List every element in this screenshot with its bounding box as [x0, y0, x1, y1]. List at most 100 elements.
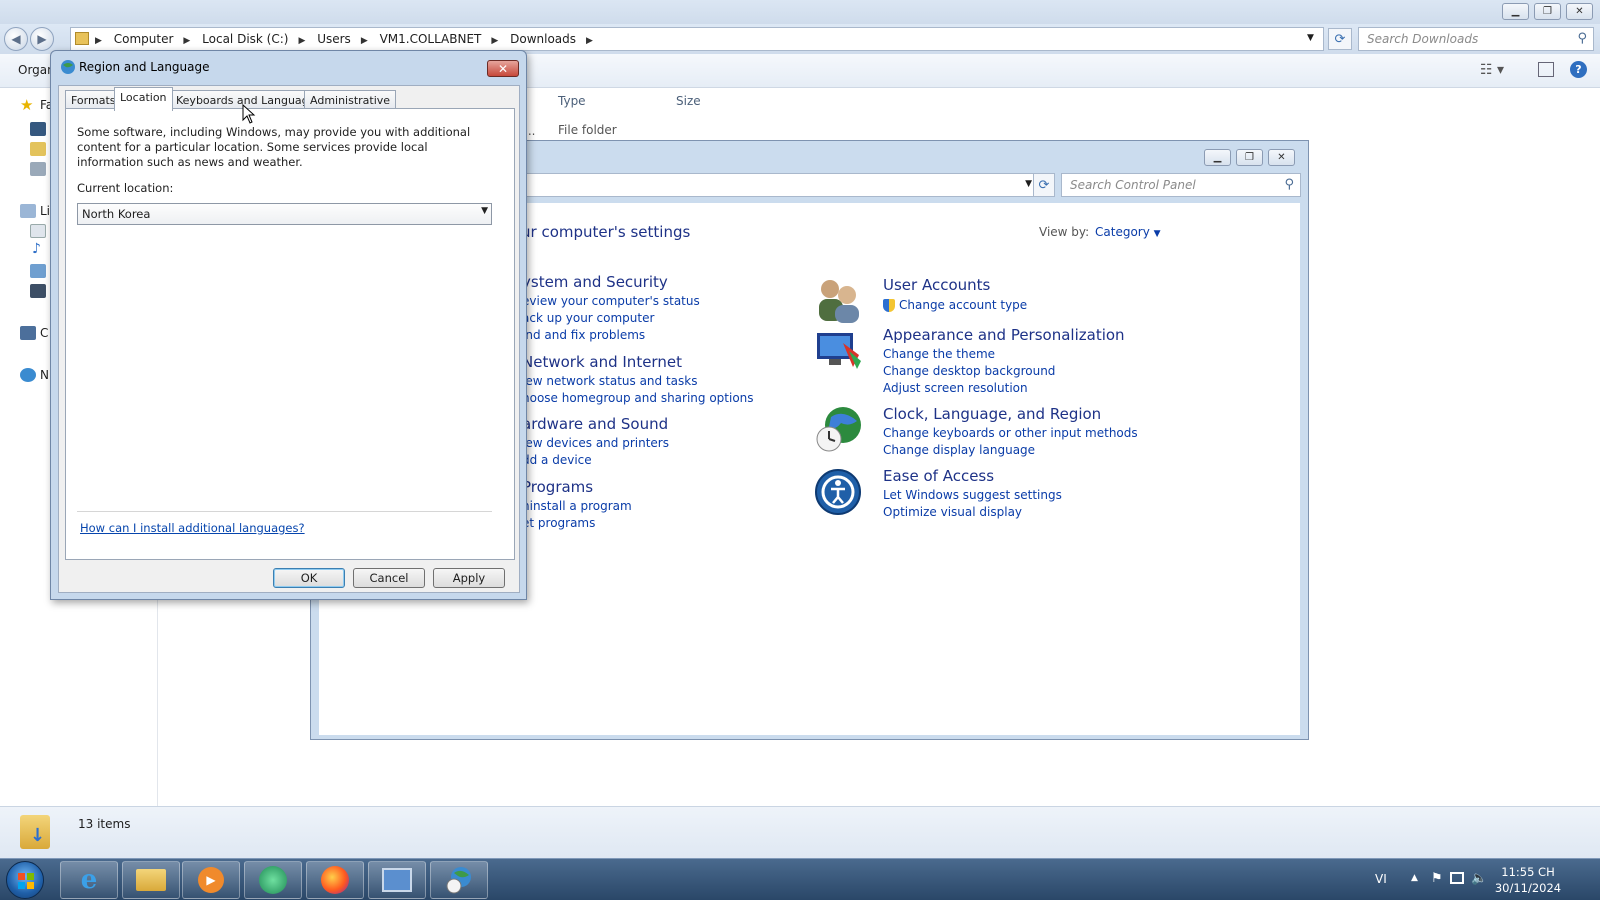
cp-link[interactable]: et programs: [522, 516, 595, 530]
current-location-select[interactable]: North Korea ▼: [77, 203, 492, 225]
globe-icon: [60, 59, 76, 75]
cp-link[interactable]: ind and fix problems: [522, 328, 645, 342]
address-bar[interactable]: ▶ Computer ▶ Local Disk (C:) ▶ Users ▶ VM1.…: [70, 27, 1324, 51]
desktop-icon[interactable]: [30, 122, 46, 136]
ok-button[interactable]: OK: [273, 568, 345, 588]
cp-link[interactable]: Change keyboards or other input methods: [883, 426, 1138, 440]
cp-close-button[interactable]: ✕: [1268, 149, 1295, 166]
breadcrumb-item[interactable]: VM1.COLLABNET: [380, 32, 482, 46]
videos-icon[interactable]: [30, 284, 46, 298]
search-input[interactable]: Search Downloads ⚲: [1358, 27, 1594, 51]
file-row-type[interactable]: File folder: [558, 123, 617, 137]
cp-link[interactable]: dd a device: [522, 453, 592, 467]
category-system-security[interactable]: ystem and Security: [522, 273, 668, 291]
nav-item-computer[interactable]: C: [40, 326, 48, 340]
view-options-icon[interactable]: ☷ ▾: [1480, 62, 1504, 78]
cp-link[interactable]: Adjust screen resolution: [883, 381, 1028, 395]
nav-item-network[interactable]: N: [40, 368, 49, 382]
computer-icon: [20, 326, 36, 340]
back-button[interactable]: ◀: [4, 27, 28, 51]
preview-pane-icon[interactable]: [1538, 62, 1554, 77]
divider: [77, 511, 492, 512]
breadcrumb-item[interactable]: Downloads: [510, 32, 576, 46]
current-location-label: Current location:: [77, 181, 174, 195]
category-user-accounts[interactable]: User Accounts: [883, 276, 990, 294]
location-tab-panel: Some software, including Windows, may pr…: [65, 108, 515, 560]
cp-link[interactable]: Change account type: [899, 298, 1027, 312]
taskbar-media-player[interactable]: ▶: [182, 861, 240, 899]
tab-administrative[interactable]: Administrative: [304, 90, 397, 110]
category-clock-language-region[interactable]: Clock, Language, and Region: [883, 405, 1101, 423]
show-hidden-icons-icon[interactable]: ▲: [1411, 873, 1418, 883]
ease-of-access-icon[interactable]: [813, 467, 863, 517]
language-indicator[interactable]: VI: [1375, 872, 1387, 886]
apply-button[interactable]: Apply: [433, 568, 505, 588]
category-programs[interactable]: Programs: [522, 478, 593, 496]
taskbar-app-green[interactable]: [244, 861, 302, 899]
category-hardware-sound[interactable]: ardware and Sound: [522, 415, 668, 433]
forward-button[interactable]: ▶: [30, 27, 54, 51]
chevron-down-icon: ▼: [481, 206, 488, 216]
category-ease-of-access[interactable]: Ease of Access: [883, 467, 994, 485]
documents-icon[interactable]: [30, 224, 46, 238]
view-by-dropdown[interactable]: Category ▼: [1095, 225, 1161, 239]
category-appearance[interactable]: Appearance and Personalization: [883, 326, 1125, 344]
cp-link[interactable]: hoose homegroup and sharing options: [522, 391, 754, 405]
cp-link[interactable]: iew network status and tasks: [522, 374, 697, 388]
breadcrumb-item[interactable]: Local Disk (C:): [202, 32, 288, 46]
category-network-internet[interactable]: Network and Internet: [522, 353, 682, 371]
dialog-close-button[interactable]: ✕: [487, 60, 519, 77]
cp-refresh-icon[interactable]: ⟳: [1033, 173, 1055, 197]
nav-item-libraries[interactable]: Li: [40, 204, 50, 218]
breadcrumb-item[interactable]: Users: [317, 32, 351, 46]
start-button[interactable]: [6, 861, 44, 899]
cp-link[interactable]: ninstall a program: [522, 499, 632, 513]
taskbar-internet-explorer[interactable]: e: [60, 861, 118, 899]
cp-link[interactable]: Change display language: [883, 443, 1035, 457]
view-by-value: Category: [1095, 225, 1150, 239]
cancel-button[interactable]: Cancel: [353, 568, 425, 588]
close-button[interactable]: ✕: [1566, 3, 1593, 20]
refresh-icon[interactable]: ⟳: [1328, 28, 1352, 50]
taskbar-firefox[interactable]: [306, 861, 364, 899]
music-icon[interactable]: ♪: [32, 241, 41, 257]
view-by-label: View by:: [1039, 225, 1090, 239]
help-icon[interactable]: ?: [1570, 61, 1587, 78]
clock[interactable]: 11:55 CH 30/11/2024: [1483, 864, 1573, 896]
column-header-size[interactable]: Size: [676, 94, 701, 108]
search-icon[interactable]: ⚲: [1284, 177, 1294, 192]
shield-icon: [883, 299, 895, 312]
cp-minimize-button[interactable]: ▁: [1204, 149, 1231, 166]
system-tray: VI ▲ ⚑ 🔈 11:55 CH 30/11/2024: [1375, 859, 1600, 901]
appearance-icon[interactable]: [813, 325, 863, 375]
cp-link[interactable]: Optimize visual display: [883, 505, 1022, 519]
cp-maximize-button[interactable]: ❐: [1236, 149, 1263, 166]
pictures-icon[interactable]: [30, 264, 46, 278]
flag-icon[interactable]: ⚑: [1431, 871, 1443, 886]
taskbar-control-panel[interactable]: [368, 861, 426, 899]
downloads-icon[interactable]: [30, 142, 46, 156]
cp-link[interactable]: iew devices and printers: [522, 436, 669, 450]
clock-globe-icon[interactable]: [813, 405, 863, 455]
cp-link[interactable]: ack up your computer: [522, 311, 654, 325]
maximize-button[interactable]: ❐: [1534, 3, 1561, 20]
column-header-type[interactable]: Type: [558, 94, 586, 108]
taskbar-explorer[interactable]: [122, 861, 180, 899]
recent-places-icon[interactable]: [30, 162, 46, 176]
user-accounts-icon[interactable]: [813, 275, 863, 325]
cp-address-dropdown-icon[interactable]: ▼: [1025, 179, 1032, 189]
column-headers: Type Size: [540, 90, 760, 112]
cp-search-input[interactable]: Search Control Panel ⚲: [1061, 173, 1301, 197]
cp-link[interactable]: Change the theme: [883, 347, 995, 361]
search-icon[interactable]: ⚲: [1577, 31, 1587, 46]
cp-link[interactable]: Change desktop background: [883, 364, 1055, 378]
tab-location[interactable]: Location: [114, 87, 173, 111]
network-icon[interactable]: [1450, 872, 1464, 884]
taskbar-region-language[interactable]: [430, 861, 488, 899]
install-languages-link[interactable]: How can I install additional languages?: [80, 521, 305, 535]
cp-link[interactable]: eview your computer's status: [522, 294, 700, 308]
breadcrumb-item[interactable]: Computer: [114, 32, 174, 46]
cp-link[interactable]: Let Windows suggest settings: [883, 488, 1062, 502]
address-dropdown-icon[interactable]: ▼: [1307, 33, 1314, 43]
minimize-button[interactable]: ▁: [1502, 3, 1529, 20]
